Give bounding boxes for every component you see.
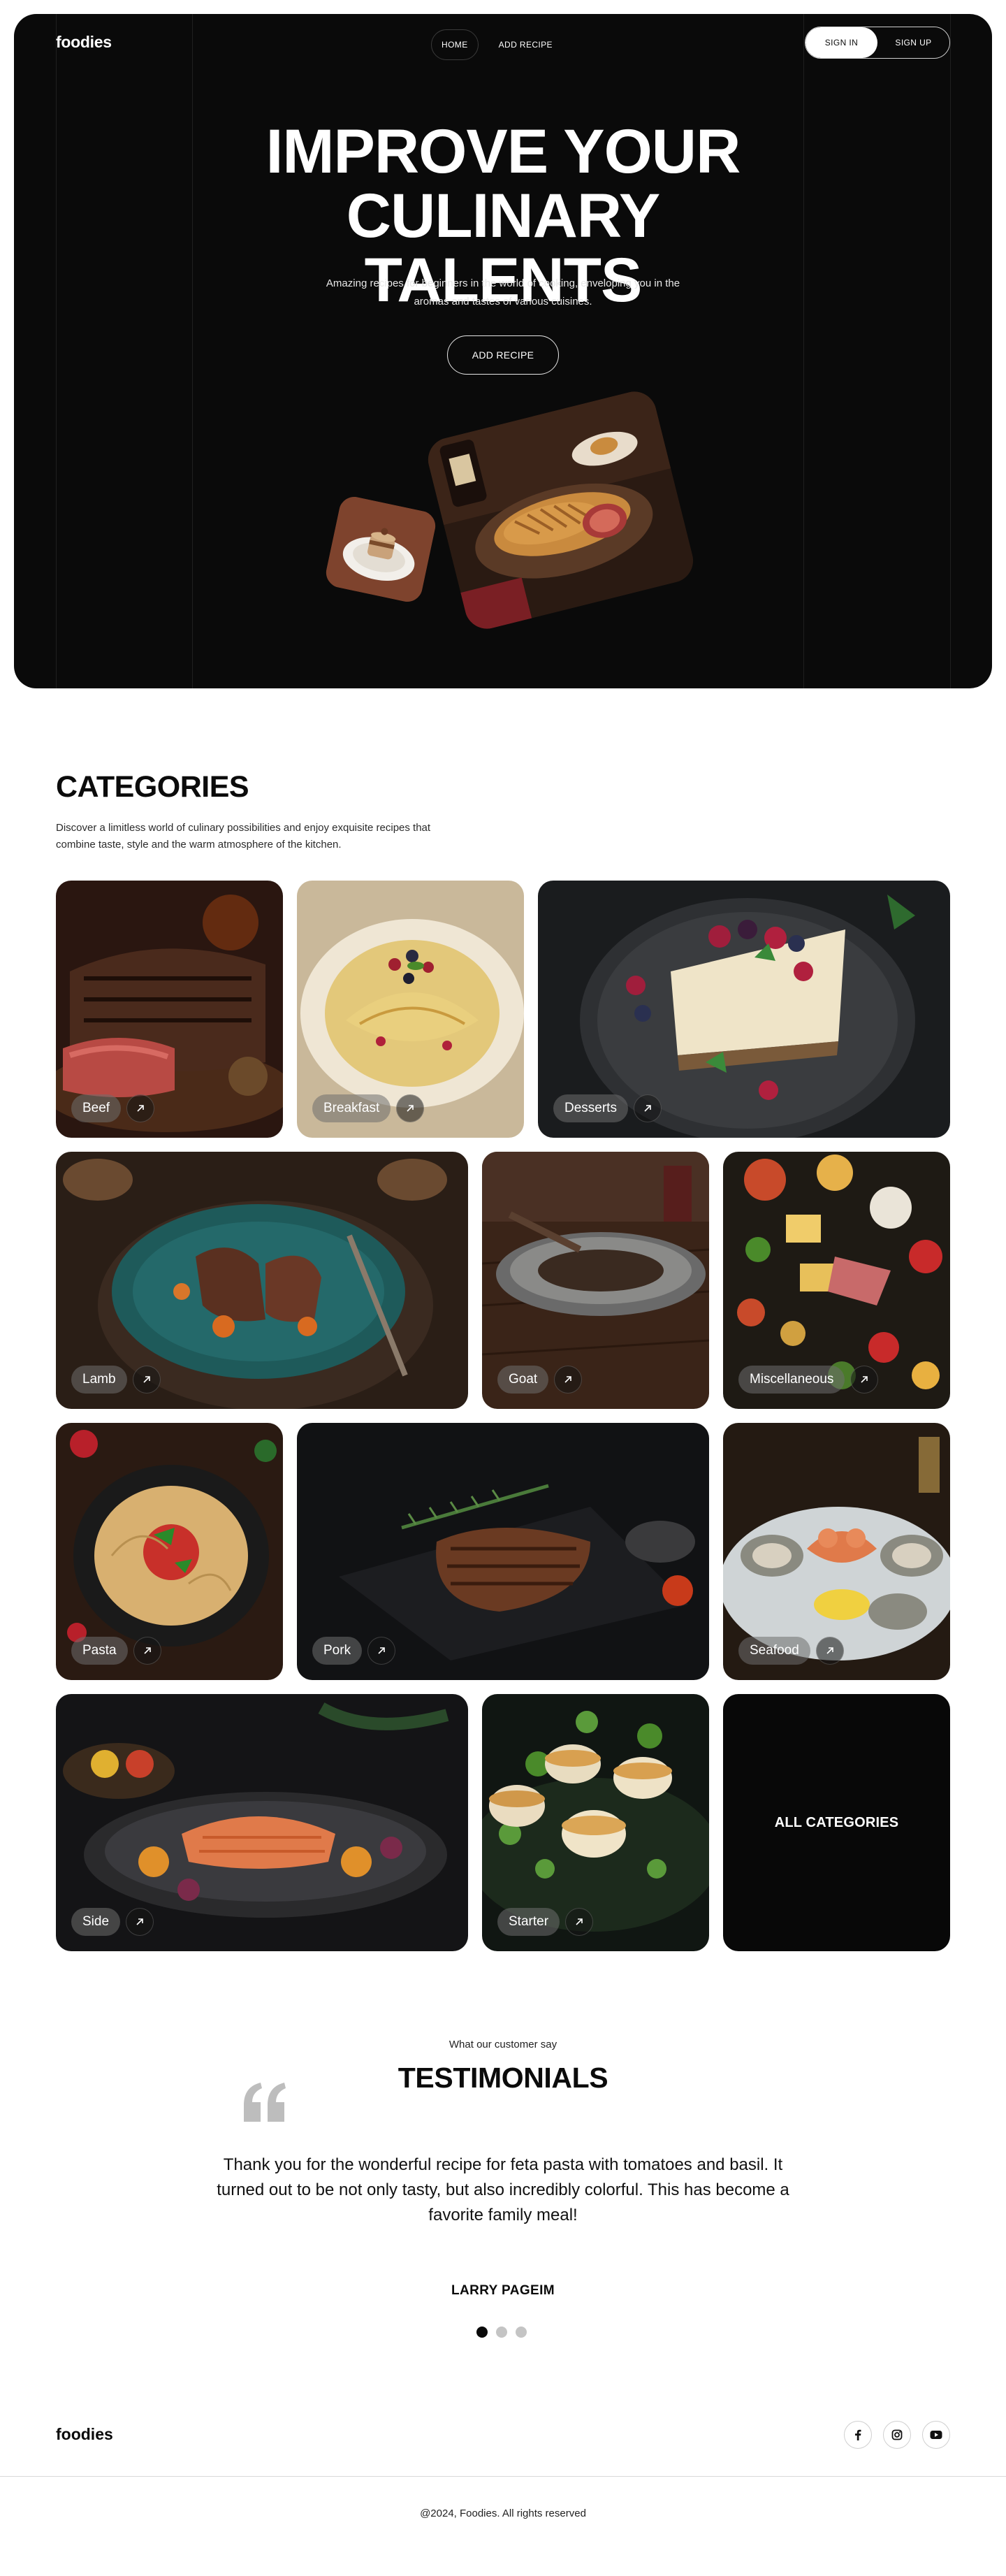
category-card-pork[interactable]: Pork xyxy=(297,1423,709,1680)
testimonial-quote: Thank you for the wonderful recipe for f… xyxy=(217,2155,789,2224)
testimonials-overline: What our customer say xyxy=(449,2039,557,2050)
youtube-icon[interactable] xyxy=(922,2421,950,2449)
top-navigation: foodies HOME ADD RECIPE SIGN IN SIGN UP xyxy=(14,14,992,75)
pagination-dot[interactable] xyxy=(516,2327,527,2338)
testimonials-title: TESTIMONIALS xyxy=(398,2062,608,2094)
category-card-side[interactable]: Side xyxy=(56,1694,468,1951)
category-label: Beef xyxy=(71,1094,122,1122)
category-label: Starter xyxy=(497,1908,560,1936)
category-label: Side xyxy=(71,1908,121,1936)
social-links xyxy=(844,2421,950,2449)
arrow-up-right-icon[interactable] xyxy=(633,1094,662,1122)
category-card-breakfast[interactable]: Breakfast xyxy=(297,881,524,1138)
category-label: Pasta xyxy=(71,1637,128,1665)
copyright: @2024, Foodies. All rights reserved xyxy=(420,2508,586,2519)
testimonial-pagination xyxy=(476,2327,527,2338)
category-pill: Goat xyxy=(497,1366,583,1394)
category-label: Miscellaneous xyxy=(738,1366,845,1394)
nav-link-home[interactable]: HOME xyxy=(431,29,479,60)
testimonial-author: LARRY PAGEIM xyxy=(451,2283,555,2298)
category-card-starter[interactable]: Starter xyxy=(482,1694,709,1951)
category-pill: Lamb xyxy=(71,1366,161,1394)
category-pill: Seafood xyxy=(738,1637,844,1665)
sign-in-button[interactable]: SIGN IN xyxy=(805,27,877,58)
category-pill: Starter xyxy=(497,1908,594,1936)
arrow-up-right-icon[interactable] xyxy=(565,1908,594,1936)
arrow-up-right-icon[interactable] xyxy=(126,1094,155,1122)
pagination-dot[interactable] xyxy=(496,2327,507,2338)
pagination-dot[interactable] xyxy=(476,2327,488,2338)
hero-grid-line xyxy=(950,14,951,688)
categories-description: Discover a limitless world of culinary p… xyxy=(56,822,431,851)
instagram-icon[interactable] xyxy=(883,2421,911,2449)
category-card-lamb[interactable]: Lamb xyxy=(56,1152,468,1409)
category-pill: Side xyxy=(71,1908,154,1936)
categories-title: CATEGORIES xyxy=(56,770,249,804)
arrow-up-right-icon[interactable] xyxy=(367,1637,396,1665)
arrow-up-right-icon[interactable] xyxy=(126,1908,154,1936)
hero-subtitle: Amazing recipes for beginners in the wor… xyxy=(326,277,680,307)
category-label: Pork xyxy=(312,1637,363,1665)
facebook-icon[interactable] xyxy=(844,2421,872,2449)
hero-grid-line xyxy=(56,14,57,688)
category-label: Lamb xyxy=(71,1366,127,1394)
category-pill: Beef xyxy=(71,1094,155,1122)
hero-grid-line xyxy=(192,14,193,688)
category-card-beef[interactable]: Beef xyxy=(56,881,283,1138)
category-pill: Desserts xyxy=(553,1094,662,1122)
arrow-up-right-icon[interactable] xyxy=(396,1094,425,1122)
category-card-miscellaneous[interactable]: Miscellaneous xyxy=(723,1152,950,1409)
nav-links: HOME ADD RECIPE xyxy=(431,29,563,60)
footer-logo[interactable]: foodies xyxy=(56,2425,113,2444)
quote-icon xyxy=(241,2081,289,2123)
category-label: Breakfast xyxy=(312,1094,391,1122)
category-card-pasta[interactable]: Pasta xyxy=(56,1423,283,1680)
category-pill: Miscellaneous xyxy=(738,1366,879,1394)
hero-section: foodies HOME ADD RECIPE SIGN IN SIGN UP … xyxy=(14,14,992,688)
category-label: Desserts xyxy=(553,1094,628,1122)
category-pill: Pork xyxy=(312,1637,396,1665)
all-categories-label: ALL CATEGORIES xyxy=(774,1814,899,1830)
all-categories-button[interactable]: ALL CATEGORIES xyxy=(723,1694,950,1951)
footer-divider xyxy=(0,2476,1006,2477)
category-label: Goat xyxy=(497,1366,549,1394)
nav-link-add-recipe[interactable]: ADD RECIPE xyxy=(488,29,563,60)
sign-up-button[interactable]: SIGN UP xyxy=(877,27,949,58)
arrow-up-right-icon[interactable] xyxy=(815,1637,844,1665)
category-card-seafood[interactable]: Seafood xyxy=(723,1423,950,1680)
beef-wellington-image xyxy=(423,386,698,634)
category-pill: Breakfast xyxy=(312,1094,425,1122)
category-card-desserts[interactable]: Desserts xyxy=(538,881,950,1138)
arrow-up-right-icon[interactable] xyxy=(850,1366,879,1394)
arrow-up-right-icon[interactable] xyxy=(554,1366,583,1394)
category-label: Seafood xyxy=(738,1637,810,1665)
hero-grid-line xyxy=(803,14,804,688)
category-pill: Pasta xyxy=(71,1637,161,1665)
arrow-up-right-icon[interactable] xyxy=(132,1366,161,1394)
auth-switch: SIGN IN SIGN UP xyxy=(805,27,950,59)
arrow-up-right-icon[interactable] xyxy=(133,1637,161,1665)
logo[interactable]: foodies xyxy=(56,33,112,52)
category-card-goat[interactable]: Goat xyxy=(482,1152,709,1409)
dessert-image xyxy=(323,493,439,605)
add-recipe-button[interactable]: ADD RECIPE xyxy=(447,335,559,375)
